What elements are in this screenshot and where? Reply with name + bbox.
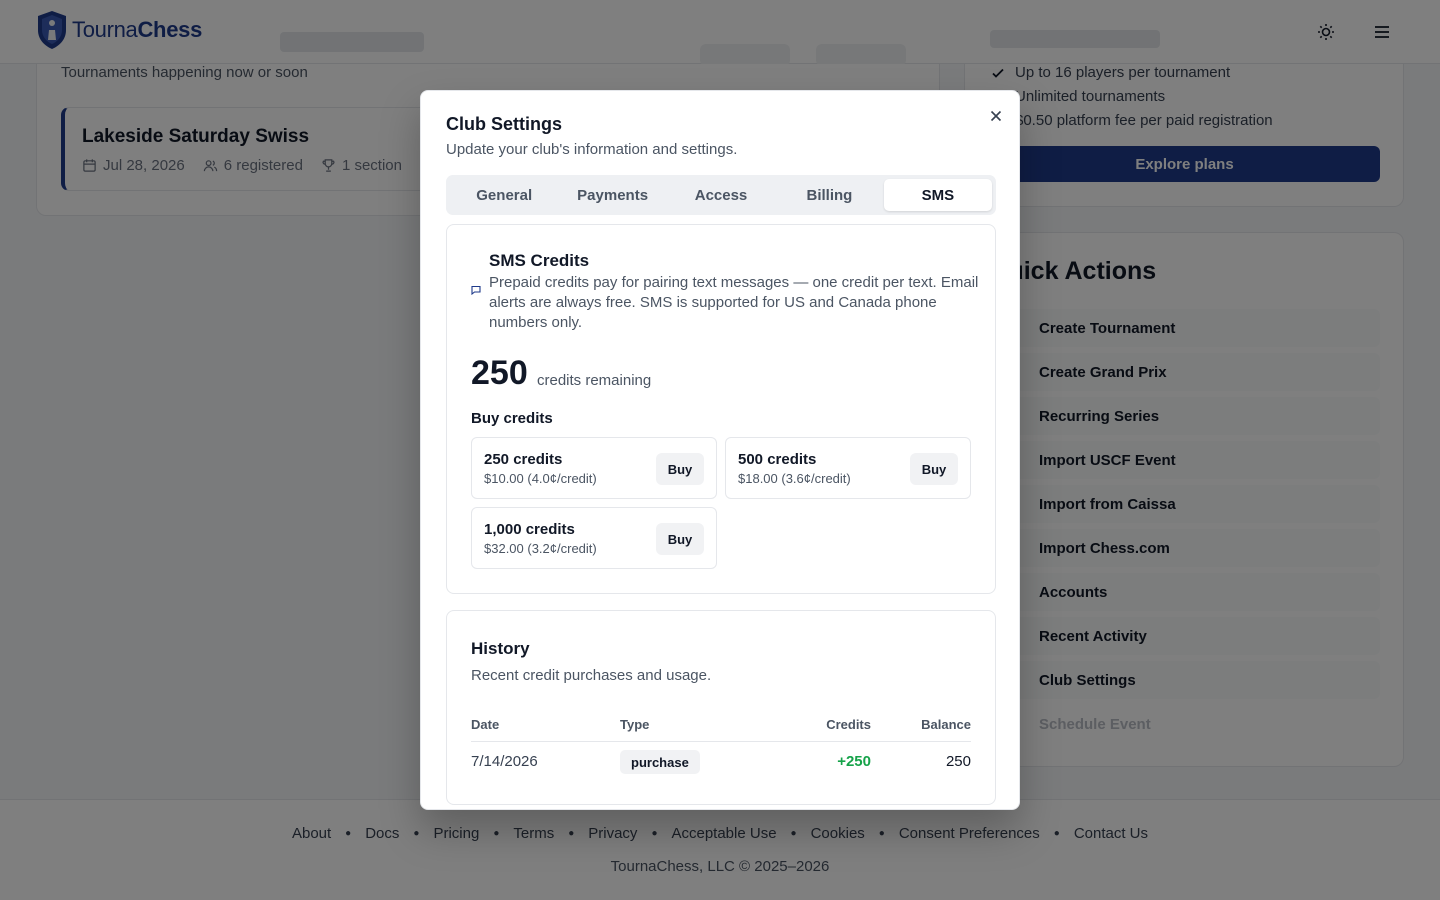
buy-500-credits-button[interactable]: Buy <box>910 453 958 485</box>
sms-credits-heading: SMS Credits <box>489 251 590 270</box>
dialog-description: Update your club's information and setti… <box>446 141 738 158</box>
history-row-balance: 250 <box>945 753 971 770</box>
history-row-date: 7/14/2026 <box>471 753 538 770</box>
history-title: History <box>471 639 530 658</box>
buy-250-credits-button[interactable]: Buy <box>656 453 704 485</box>
tab-sms[interactable]: SMS <box>883 179 993 211</box>
package-name: 500 credits <box>738 451 817 468</box>
message-square-icon <box>471 285 481 295</box>
buy-1000-credits-button[interactable]: Buy <box>656 523 704 555</box>
package-price: $10.00 (4.0¢/credit) <box>484 471 597 486</box>
history-description: Recent credit purchases and usage. <box>471 667 712 684</box>
close-icon <box>990 110 1002 122</box>
package-name: 250 credits <box>484 451 563 468</box>
club-settings-dialog: Club Settings Update your club's informa… <box>420 90 1020 810</box>
history-row-credits: +250 <box>837 753 871 770</box>
sms-credits-description: Prepaid credits pay for pairing text mes… <box>489 274 979 331</box>
history-card: History Recent credit purchases and usag… <box>446 610 996 805</box>
dialog-title: Club Settings <box>446 114 562 134</box>
credits-remaining-count: 250 <box>471 354 528 392</box>
settings-tabs: General Payments Access Billing SMS <box>446 175 996 215</box>
buy-credits-title: Buy credits <box>471 410 553 427</box>
credits-remaining-label: credits remaining <box>537 372 652 389</box>
column-header-credits: Credits <box>826 717 871 732</box>
credit-package-1000: 1,000 credits $32.00 (3.2¢/credit) Buy <box>471 507 717 569</box>
column-header-type: Type <box>620 717 650 732</box>
credit-package-500: 500 credits $18.00 (3.6¢/credit) Buy <box>725 437 971 499</box>
column-header-balance: Balance <box>921 717 971 732</box>
tab-payments[interactable]: Payments <box>558 179 666 211</box>
table-divider <box>471 741 971 742</box>
history-row-type-badge: purchase <box>620 750 700 774</box>
sms-credits-card: SMS Credits Prepaid credits pay for pair… <box>446 224 996 594</box>
tab-billing[interactable]: Billing <box>775 179 883 211</box>
close-button[interactable] <box>987 107 1005 125</box>
package-price: $18.00 (3.6¢/credit) <box>738 471 851 486</box>
tab-access[interactable]: Access <box>667 179 775 211</box>
credit-package-250: 250 credits $10.00 (4.0¢/credit) Buy <box>471 437 717 499</box>
column-header-date: Date <box>471 717 500 732</box>
package-price: $32.00 (3.2¢/credit) <box>484 541 597 556</box>
tab-general[interactable]: General <box>450 179 558 211</box>
package-name: 1,000 credits <box>484 521 575 538</box>
